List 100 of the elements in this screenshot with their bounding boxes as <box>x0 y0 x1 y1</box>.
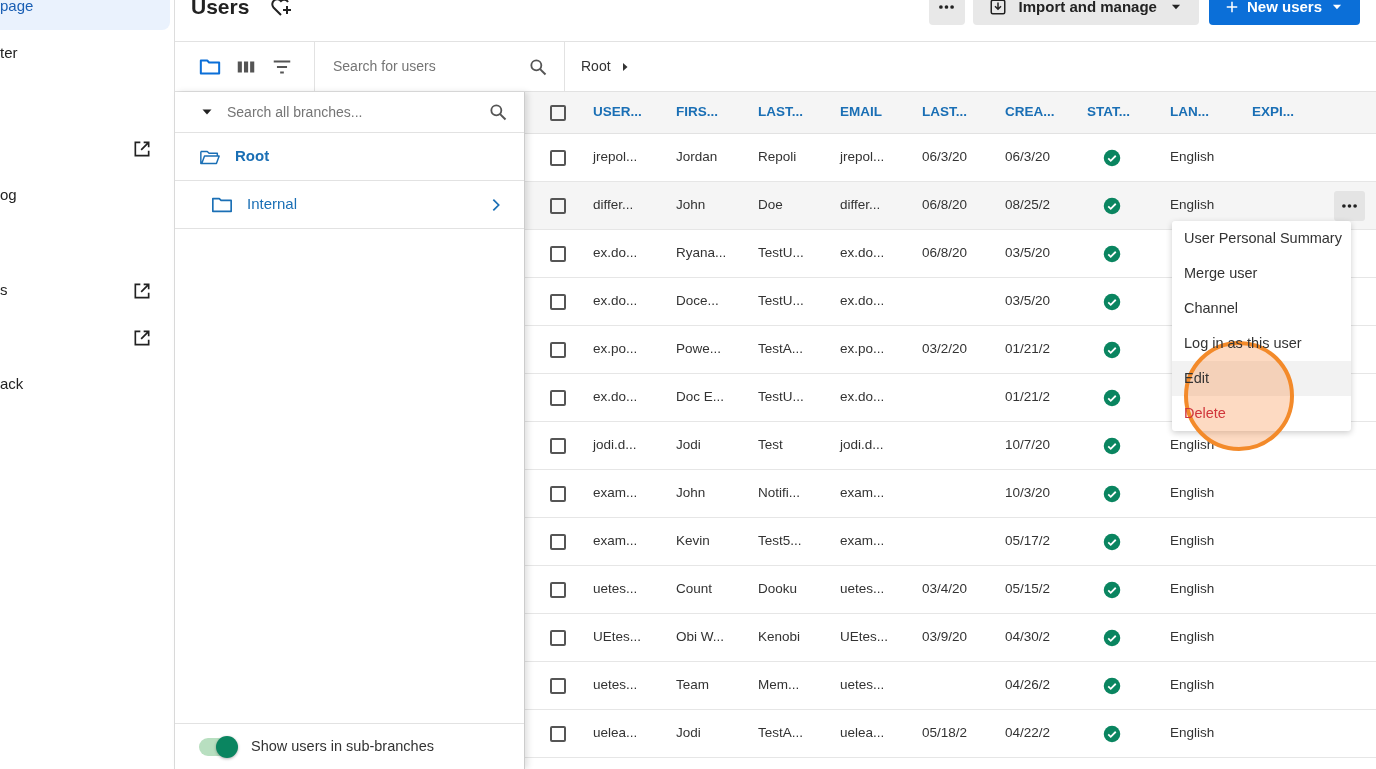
menu-item[interactable]: User Personal Summary <box>1172 221 1351 256</box>
table-cell-text: 04/22/2 <box>1005 724 1052 743</box>
table-cell-text: 05/15/2 <box>1005 580 1052 599</box>
table-cell-text: TestU... <box>758 244 805 263</box>
table-cell-text: uelea... <box>593 724 639 743</box>
table-cell-text: uetes... <box>840 580 886 599</box>
table-cell-text: Repoli <box>758 148 798 167</box>
plus-icon <box>1224 0 1239 14</box>
select-all-checkbox[interactable] <box>550 104 566 121</box>
table-cell-text: 03/5/20 <box>1005 292 1052 311</box>
row-checkbox[interactable] <box>550 149 566 166</box>
table-cell-text: 04/30/2 <box>1005 628 1052 647</box>
nav-item[interactable]: og <box>0 172 170 219</box>
table-cell-text: 01/21/2 <box>1005 388 1052 407</box>
more-icon <box>1342 203 1357 208</box>
row-checkbox[interactable] <box>550 389 566 406</box>
column-header[interactable]: EXPI... <box>1252 102 1334 123</box>
menu-item[interactable]: Merge user <box>1172 256 1351 291</box>
column-header[interactable]: CREA... <box>1005 102 1087 123</box>
search-icon <box>488 102 508 122</box>
table-cell-text: John <box>676 196 707 215</box>
new-users-button[interactable]: New users <box>1208 0 1360 25</box>
table-cell-text: 06/8/20 <box>922 196 969 215</box>
row-checkbox[interactable] <box>550 293 566 310</box>
column-header[interactable]: LAST... <box>922 102 1005 123</box>
table-cell-text: Test5... <box>758 532 803 551</box>
table-cell-text: Jodi <box>676 436 702 455</box>
table-cell-text: English <box>1170 628 1216 647</box>
nav-item[interactable]: s <box>0 267 170 314</box>
table-cell-text: English <box>1170 196 1216 215</box>
table-cell-text: 03/2/20 <box>922 340 969 359</box>
nav-item[interactable]: ter <box>0 30 170 77</box>
tree-item[interactable]: Internal <box>175 181 524 229</box>
table-cell-text: UEtes... <box>593 628 642 647</box>
breadcrumb-link[interactable]: Root <box>581 56 611 77</box>
column-header[interactable]: LAST... <box>758 102 840 123</box>
table-cell-text: exam... <box>593 484 639 503</box>
row-checkbox[interactable] <box>550 725 566 742</box>
table-cell-text: Test <box>758 436 784 455</box>
column-header[interactable]: STAT... <box>1087 102 1170 123</box>
column-header[interactable]: EMAIL <box>840 102 922 123</box>
table-cell-text: 03/5/20 <box>1005 244 1052 263</box>
table-cell-text: Team <box>676 676 710 695</box>
toggle-switch[interactable] <box>199 737 237 756</box>
table-cell-text: 06/8/20 <box>922 244 969 263</box>
row-checkbox[interactable] <box>550 197 566 214</box>
table-cell-text: uelea... <box>840 724 886 743</box>
table-cell-text: 05/18/2 <box>922 724 969 743</box>
more-icon <box>939 5 955 9</box>
column-header[interactable]: FIRS... <box>676 102 758 123</box>
table-cell-text: 06/3/20 <box>1005 148 1052 167</box>
table-cell-text: Powe... <box>676 340 723 359</box>
menu-item[interactable]: Channel <box>1172 291 1351 326</box>
table-cell-text: Kenobi <box>758 628 802 647</box>
row-checkbox[interactable] <box>550 677 566 694</box>
table-cell-text: Ryana... <box>676 244 728 263</box>
table-cell-text: 03/4/20 <box>922 580 969 599</box>
table-cell-text: Doc E... <box>676 388 725 407</box>
toggle-label: Show users in sub-branches <box>251 736 434 756</box>
row-checkbox[interactable] <box>550 341 566 358</box>
table-cell-text: jodi.d... <box>593 436 638 455</box>
table-cell-text: Count <box>676 580 714 599</box>
row-checkbox[interactable] <box>550 245 566 262</box>
table-cell-text: Kevin <box>676 532 711 551</box>
table-cell-text: ex.po... <box>593 340 639 359</box>
table-cell-text: exam... <box>840 532 886 551</box>
row-checkbox[interactable] <box>550 629 566 646</box>
table-cell-text: Doe <box>758 196 784 215</box>
table-cell-text: ex.do... <box>593 388 639 407</box>
more-button[interactable] <box>928 0 965 25</box>
table-cell-text: exam... <box>593 532 639 551</box>
table-cell-text: ex.do... <box>840 292 886 311</box>
table-cell-text: ex.do... <box>840 388 886 407</box>
search-field[interactable]: Search for users <box>331 55 528 78</box>
table-cell-text: differ... <box>840 196 882 215</box>
branch-search-field[interactable]: Search all branches... <box>225 100 476 124</box>
table-cell-text: 01/21/2 <box>1005 340 1052 359</box>
column-header[interactable]: USER... <box>593 102 676 123</box>
row-actions-button[interactable] <box>1334 190 1365 221</box>
row-checkbox[interactable] <box>550 485 566 502</box>
table-cell-text: jodi.d... <box>840 436 885 455</box>
row-checkbox[interactable] <box>550 581 566 598</box>
row-checkbox[interactable] <box>550 533 566 550</box>
table-cell-text: 08/25/2 <box>1005 196 1052 215</box>
table-cell-text: exam... <box>840 484 886 503</box>
table-cell-text: English <box>1170 724 1216 743</box>
row-checkbox[interactable] <box>550 437 566 454</box>
table-cell-text: English <box>1170 532 1216 551</box>
nav-item[interactable]: ack <box>0 361 170 408</box>
nav-item[interactable]: page <box>0 0 170 30</box>
import-button[interactable]: Import and manage <box>972 0 1199 25</box>
table-cell-text: John <box>676 484 707 503</box>
table-cell-text: differ... <box>593 196 635 215</box>
table-cell-text: Dooku <box>758 580 799 599</box>
tree-item[interactable]: Root <box>175 133 524 181</box>
table-cell-text: TestU... <box>758 292 805 311</box>
column-header[interactable]: LAN... <box>1170 102 1252 123</box>
table-cell-text: uetes... <box>593 676 639 695</box>
table-cell-text: TestA... <box>758 340 804 359</box>
table-cell-text: 04/26/2 <box>1005 676 1052 695</box>
